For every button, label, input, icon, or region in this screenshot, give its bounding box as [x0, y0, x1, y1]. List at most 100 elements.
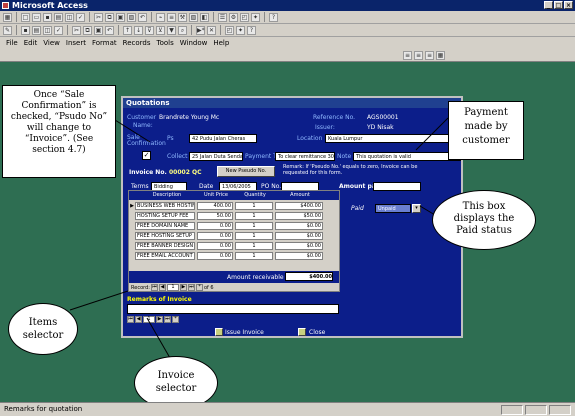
prev-record-icon[interactable]: ◀: [158, 284, 166, 291]
cut-icon[interactable]: ✂: [94, 12, 103, 22]
amount-paid-field[interactable]: [373, 182, 421, 191]
item-unit-price[interactable]: 0.00: [197, 251, 233, 260]
delete-record-icon[interactable]: ✕: [207, 25, 216, 35]
table-row[interactable]: HOSTING SETUP FEE 50.00 1 $50.00: [129, 211, 339, 220]
item-description[interactable]: BUSINESS WEB HOSTING: [135, 201, 195, 210]
find-icon[interactable]: ⌕: [178, 25, 187, 35]
menu-window[interactable]: Window: [180, 37, 208, 49]
spelling-icon[interactable]: ✓: [54, 25, 63, 35]
note-field[interactable]: This quotation is valid: [353, 152, 461, 161]
filter-by-form-icon[interactable]: ⊻: [156, 25, 165, 35]
menu-insert[interactable]: Insert: [66, 37, 86, 49]
close-button[interactable]: Close: [309, 329, 325, 336]
item-description[interactable]: FREE DOMAIN NAME: [135, 221, 195, 230]
new-object-icon[interactable]: ✦: [251, 12, 260, 22]
menu-view[interactable]: View: [43, 37, 60, 49]
save-icon[interactable]: ▪: [21, 25, 30, 35]
paid-status-select[interactable]: Unpaid: [375, 204, 411, 213]
print-icon[interactable]: ▤: [54, 12, 63, 22]
save-icon[interactable]: ▪: [43, 12, 52, 22]
apply-filter-icon[interactable]: ▼: [167, 25, 176, 35]
undo-icon[interactable]: ↶: [138, 12, 147, 22]
menu-help[interactable]: Help: [213, 37, 229, 49]
item-description[interactable]: FREE HOSTING SETUP: [135, 231, 195, 240]
sort-ascending-icon[interactable]: ↑: [123, 25, 132, 35]
table-row[interactable]: FREE BANNER DESIGN 0.00 1 $0.00: [129, 241, 339, 250]
last-record-icon[interactable]: ⏭: [187, 284, 195, 291]
new-record-icon[interactable]: *: [195, 284, 203, 291]
item-quantity[interactable]: 1: [235, 221, 273, 230]
database-window-icon[interactable]: ◰: [225, 25, 234, 35]
fill-color-icon[interactable]: ▦: [436, 51, 445, 60]
last-record-icon[interactable]: ⏭: [164, 316, 171, 323]
spelling-icon[interactable]: ✓: [76, 12, 85, 22]
format-painter-icon[interactable]: ▨: [127, 12, 136, 22]
new-object-icon[interactable]: ✦: [236, 25, 245, 35]
menu-file[interactable]: File: [6, 37, 18, 49]
sort-descending-icon[interactable]: ↓: [134, 25, 143, 35]
item-quantity[interactable]: 1: [235, 201, 273, 210]
item-unit-price[interactable]: 0.00: [197, 231, 233, 240]
next-record-icon[interactable]: ▶: [179, 284, 187, 291]
item-description[interactable]: FREE BANNER DESIGN: [135, 241, 195, 250]
new-icon[interactable]: □: [21, 12, 30, 22]
print-icon[interactable]: ▤: [32, 25, 41, 35]
item-unit-price[interactable]: 50.00: [197, 211, 233, 220]
cut-icon[interactable]: ✂: [72, 25, 81, 35]
view-icon[interactable]: ✎: [3, 25, 12, 35]
new-pseudo-button[interactable]: New Pseudo No.: [217, 166, 275, 177]
align-right-icon[interactable]: ≡: [425, 51, 434, 60]
paste-icon[interactable]: ▣: [116, 12, 125, 22]
location-field[interactable]: Kuala Lumpur: [325, 134, 461, 143]
table-row[interactable]: FREE EMAIL ACCOUNT 0.00 1 $0.00: [129, 251, 339, 260]
address-field[interactable]: 42 Pudu Jalan Cheras: [189, 134, 257, 143]
item-unit-price[interactable]: 0.00: [197, 241, 233, 250]
item-quantity[interactable]: 1: [235, 241, 273, 250]
minimize-button[interactable]: _: [544, 1, 553, 9]
build-icon[interactable]: ⚙: [229, 12, 238, 22]
item-unit-price[interactable]: 400.00: [197, 201, 233, 210]
copy-icon[interactable]: ⧉: [105, 12, 114, 22]
next-record-icon[interactable]: ▶: [156, 316, 163, 323]
autoformat-icon[interactable]: ▧: [189, 12, 198, 22]
first-record-icon[interactable]: ⏮: [150, 284, 158, 291]
menu-records[interactable]: Records: [123, 37, 151, 49]
view-icon[interactable]: ▦: [3, 12, 12, 22]
insert-hyperlink-icon[interactable]: ⌁: [156, 12, 165, 22]
table-row[interactable]: FREE HOSTING SETUP 0.00 1 $0.00: [129, 231, 339, 240]
maximize-button[interactable]: □: [554, 1, 563, 9]
code-icon[interactable]: ◧: [200, 12, 209, 22]
field-list-icon[interactable]: ≡: [167, 12, 176, 22]
issue-invoice-icon[interactable]: [215, 328, 223, 336]
record-number-field[interactable]: 1: [143, 316, 155, 323]
table-row[interactable]: ▶ BUSINESS WEB HOSTING 400.00 1 $400.00: [129, 201, 339, 210]
new-record-icon[interactable]: ▶*: [196, 25, 205, 35]
menu-edit[interactable]: Edit: [24, 37, 38, 49]
menu-tools[interactable]: Tools: [157, 37, 174, 49]
close-form-icon[interactable]: [298, 328, 306, 336]
copy-icon[interactable]: ⧉: [83, 25, 92, 35]
remarks-field[interactable]: [127, 304, 339, 314]
chevron-down-icon[interactable]: ▾: [412, 204, 421, 213]
align-left-icon[interactable]: ≡: [403, 51, 412, 60]
align-center-icon[interactable]: ≡: [414, 51, 423, 60]
collect-field[interactable]: 25 Jalan Duta Sendana: [189, 152, 243, 161]
paste-icon[interactable]: ▣: [94, 25, 103, 35]
new-record-icon[interactable]: *: [172, 316, 179, 323]
open-icon[interactable]: ▭: [32, 12, 41, 22]
undo-icon[interactable]: ↶: [105, 25, 114, 35]
preview-icon[interactable]: ◫: [43, 25, 52, 35]
table-row[interactable]: FREE DOMAIN NAME 0.00 1 $0.00: [129, 221, 339, 230]
item-unit-price[interactable]: 0.00: [197, 221, 233, 230]
item-description[interactable]: FREE EMAIL ACCOUNT: [135, 251, 195, 260]
toolbox-icon[interactable]: ⚒: [178, 12, 187, 22]
payment-term-field[interactable]: To clear remittance 30 days: [275, 152, 335, 161]
properties-icon[interactable]: ☰: [218, 12, 227, 22]
prev-record-icon[interactable]: ◀: [135, 316, 142, 323]
item-quantity[interactable]: 1: [235, 211, 273, 220]
menu-format[interactable]: Format: [92, 37, 117, 49]
filter-by-selection-icon[interactable]: ⊽: [145, 25, 154, 35]
preview-icon[interactable]: ◫: [65, 12, 74, 22]
first-record-icon[interactable]: ⏮: [127, 316, 134, 323]
item-quantity[interactable]: 1: [235, 231, 273, 240]
